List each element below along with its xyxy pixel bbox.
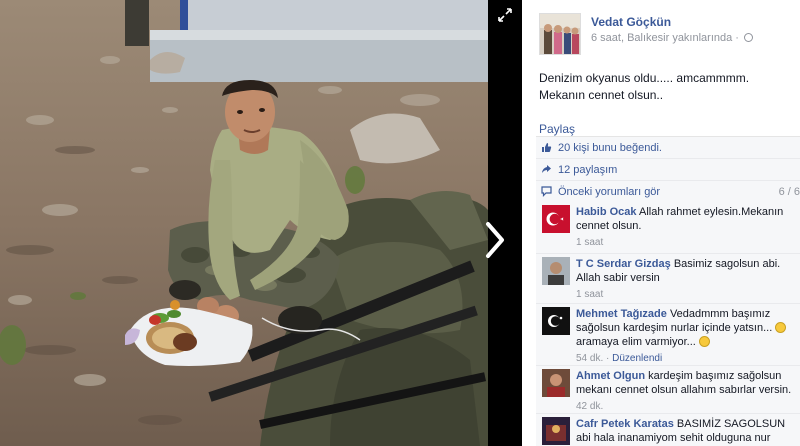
commenter-name[interactable]: Cafr Petek Karatas — [576, 418, 674, 430]
photo-viewer — [0, 0, 522, 446]
smile-emoji-icon — [775, 322, 787, 333]
commenter-avatar[interactable] — [542, 369, 570, 397]
comment-item: Mehmet Tağızade Vedadmmm başımız sağolsu… — [536, 304, 800, 366]
comment-time[interactable]: 42 dk. — [576, 400, 796, 414]
comment-icon — [541, 186, 552, 197]
edited-link[interactable]: Düzenlendi — [612, 353, 662, 364]
commenter-avatar[interactable] — [542, 257, 570, 285]
post-panel: Vedat Göçkün 6 saat, Balıkesir yakınları… — [522, 0, 800, 446]
commenter-avatar[interactable] — [542, 417, 570, 445]
post-caption: Denizim okyanus oldu..... amcammmm. Meka… — [539, 71, 750, 102]
share-link[interactable]: Paylaş — [539, 122, 575, 136]
globe-icon — [744, 33, 754, 42]
post-meta: 6 saat, Balıkesir yakınlarında · — [591, 32, 754, 44]
comment-body: Habib Ocak Allah rahmet eylesin.Mekanın … — [576, 205, 796, 250]
expand-icon[interactable] — [496, 6, 514, 24]
comment-count: 6 / 6 — [778, 185, 800, 198]
comment-time[interactable]: 1 saat — [576, 288, 796, 302]
comment-timestamp[interactable]: 54 dk. · — [576, 353, 612, 364]
previous-comments-row[interactable]: Önceki yorumları gör 6 / 6 — [536, 181, 800, 203]
comment-item: Habib Ocak Allah rahmet eylesin.Mekanın … — [536, 202, 800, 254]
previous-comments-link[interactable]: Önceki yorumları gör — [558, 186, 660, 198]
comment-time: 54 dk. · Düzenlendi — [576, 352, 796, 366]
comment-time[interactable]: 1 saat — [576, 236, 796, 250]
post-photo[interactable] — [0, 0, 488, 446]
share-icon — [542, 165, 551, 173]
comment-item: T C Serdar Gizdaş Basimiz sagolsun abi. … — [536, 254, 800, 304]
commenter-avatar[interactable] — [542, 307, 570, 335]
comment-body: T C Serdar Gizdaş Basimiz sagolsun abi. … — [576, 257, 796, 302]
shares-row[interactable]: 12 paylaşım — [536, 159, 800, 181]
likes-count[interactable]: 20 kişi bunu beğendi. — [558, 142, 662, 154]
comment-item: Ahmet Olgun kardeşim başımız sağolsun me… — [536, 366, 800, 414]
shares-count[interactable]: 12 paylaşım — [558, 164, 617, 176]
post-meta-text[interactable]: 6 saat, Balıkesir yakınlarında · — [591, 32, 739, 44]
comment-body: Ahmet Olgun kardeşim başımız sağolsun me… — [576, 369, 796, 414]
author-avatar[interactable] — [539, 13, 581, 55]
commenter-name[interactable]: Mehmet Tağızade — [576, 308, 667, 320]
likes-row[interactable]: 20 kişi bunu beğendi. — [536, 137, 800, 159]
comment-body: Cafr Petek Karatas BASIMİZ SAGOLSUN abi … — [576, 417, 796, 446]
comment-body: Mehmet Tağızade Vedadmmm başımız sağolsu… — [576, 307, 796, 366]
smile-emoji-icon — [698, 336, 710, 347]
like-icon — [542, 143, 552, 152]
commenter-avatar[interactable] — [542, 205, 570, 233]
comment-text-continued: aramaya elim varmiyor... — [576, 336, 696, 348]
commenter-name[interactable]: T C Serdar Gizdaş — [576, 258, 671, 270]
comment-item: Cafr Petek Karatas BASIMİZ SAGOLSUN abi … — [536, 414, 800, 446]
comment-list: Habib Ocak Allah rahmet eylesin.Mekanın … — [536, 202, 800, 446]
commenter-name[interactable]: Ahmet Olgun — [576, 370, 645, 382]
chevron-right-icon[interactable] — [480, 218, 510, 262]
commenter-name[interactable]: Habib Ocak — [576, 206, 637, 218]
ufi-summary: 20 kişi bunu beğendi. 12 paylaşım Önceki… — [536, 136, 800, 203]
author-name[interactable]: Vedat Göçkün — [591, 15, 671, 29]
